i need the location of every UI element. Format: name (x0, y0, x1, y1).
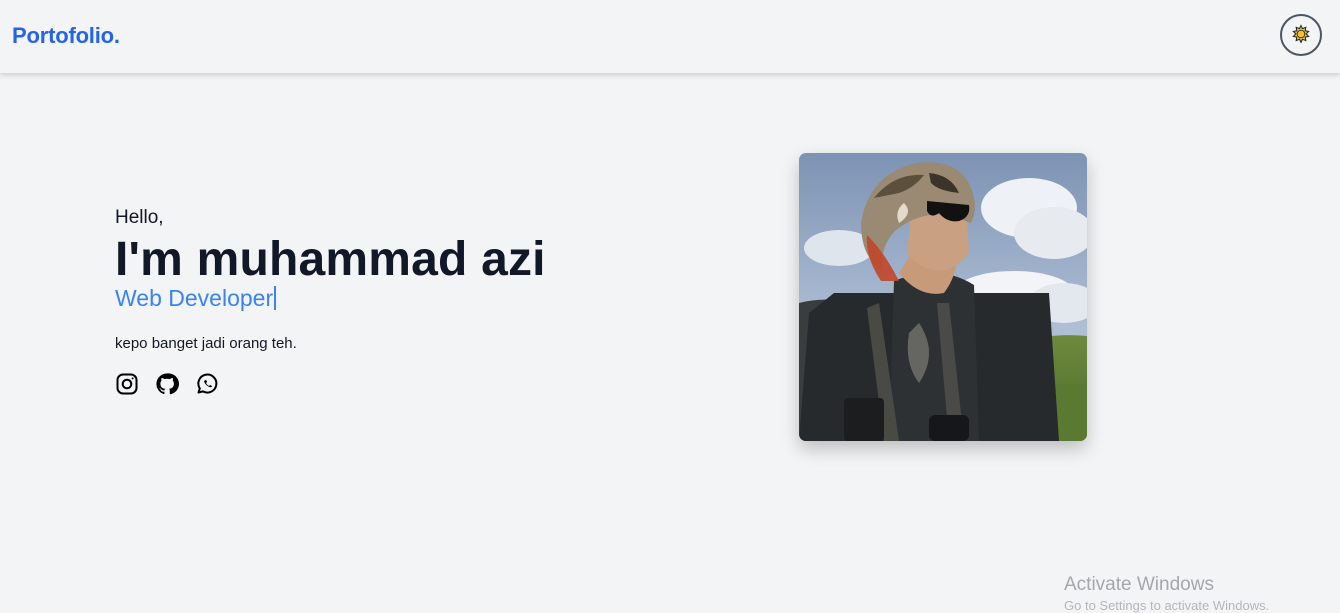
typing-cursor (274, 286, 277, 310)
sun-icon (1290, 23, 1312, 48)
windows-activation-subtitle: Go to Settings to activate Windows. (1064, 598, 1270, 613)
role-typewriter: Web Developer (115, 284, 715, 312)
whatsapp-icon (197, 373, 218, 394)
brand-logo[interactable]: Portofolio. (12, 23, 120, 49)
social-links (115, 372, 715, 396)
greeting-text: Hello, (115, 207, 164, 228)
instagram-link[interactable] (115, 372, 139, 396)
instagram-icon (116, 373, 138, 395)
tagline-text: kepo banget jadi orang teh. (115, 335, 297, 352)
whatsapp-link[interactable] (195, 372, 219, 396)
role-text: Web Developer (115, 285, 274, 311)
github-link[interactable] (155, 372, 179, 396)
hero-text: Hello, I'm muhammad azi Web Developer ke… (115, 206, 715, 396)
windows-activation-watermark: Activate Windows (1064, 574, 1214, 595)
hero-headline: I'm muhammad azi (115, 233, 546, 286)
navbar: Portofolio. (0, 0, 1340, 73)
github-icon (156, 373, 179, 395)
profile-photo (799, 153, 1087, 441)
theme-toggle-button[interactable] (1280, 14, 1322, 56)
